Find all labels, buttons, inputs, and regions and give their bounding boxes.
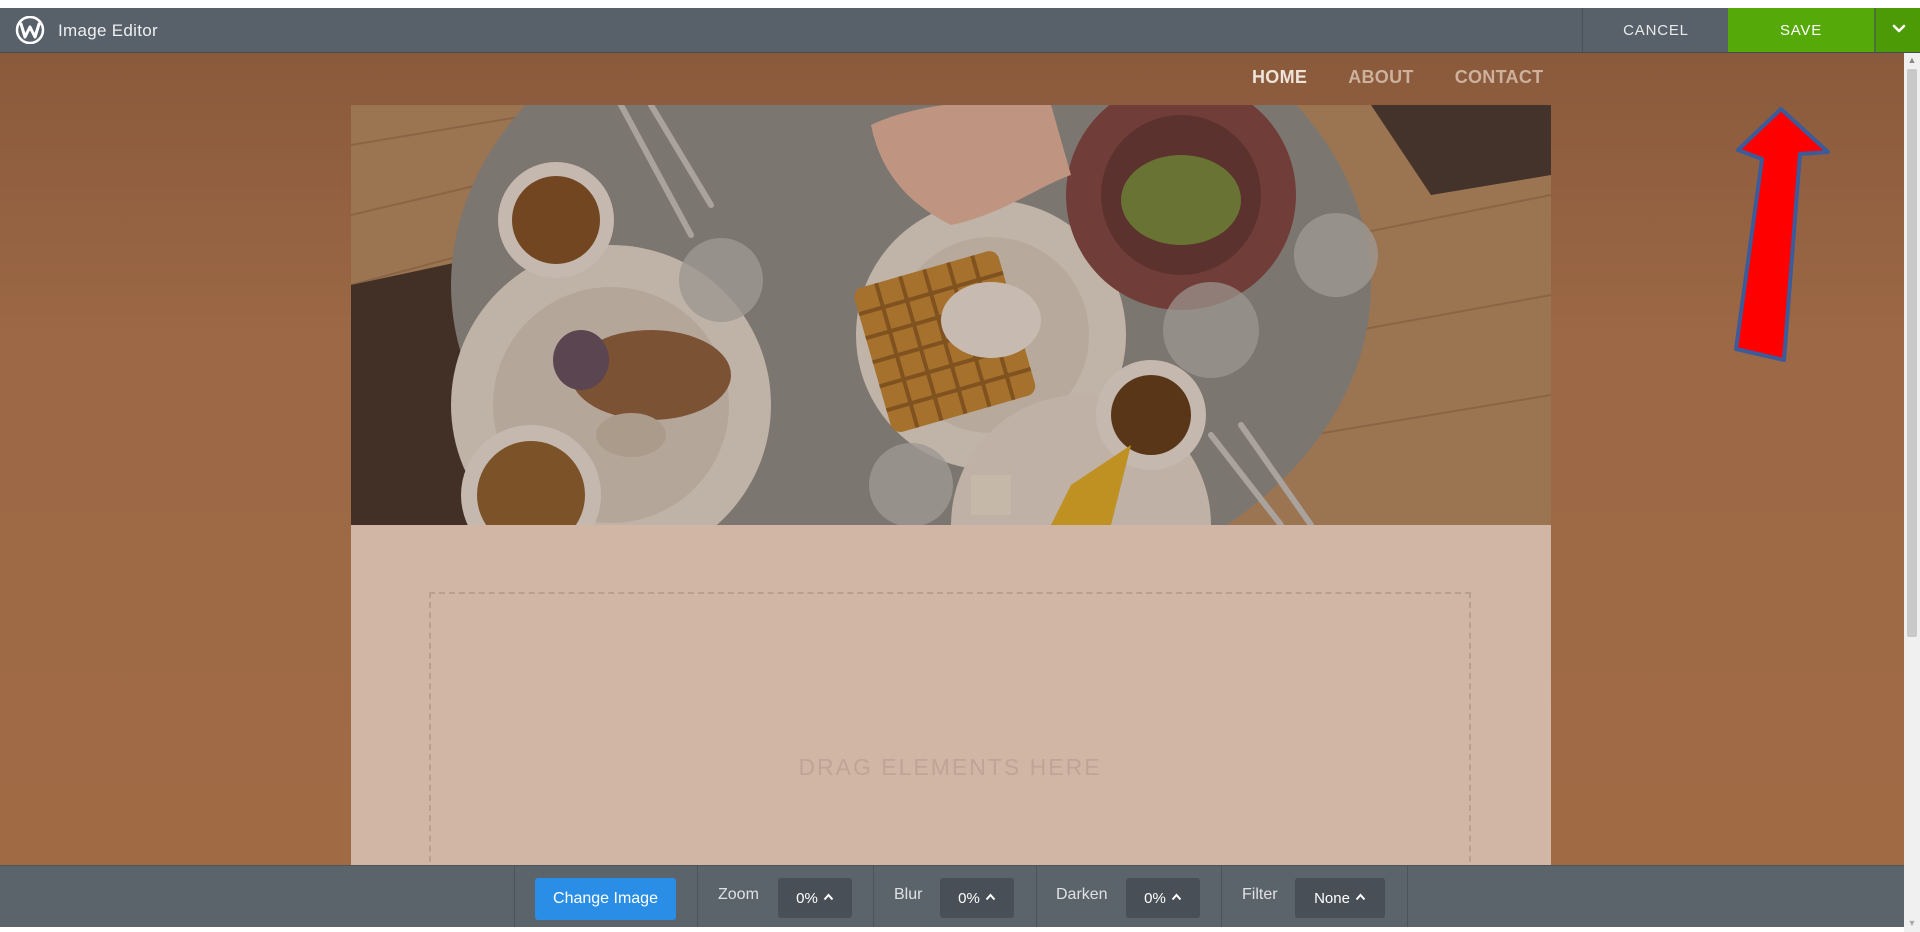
scrollbar-thumb[interactable] xyxy=(1907,69,1917,637)
blur-value: 0% xyxy=(958,889,980,907)
top-edge xyxy=(0,0,1920,8)
darken-select[interactable]: 0% xyxy=(1126,878,1200,918)
vertical-scrollbar[interactable]: ▲ ▼ xyxy=(1904,53,1920,932)
image-toolbar: Change Image Zoom 0% Blur 0% Darken 0% F… xyxy=(0,865,1904,928)
chevron-down-icon xyxy=(1892,21,1906,39)
blur-select[interactable]: 0% xyxy=(940,878,1014,918)
hero-photo-illustration xyxy=(351,105,1551,525)
caret-up-icon xyxy=(1171,892,1182,904)
nav-item-about[interactable]: ABOUT xyxy=(1348,67,1414,88)
save-options-button[interactable] xyxy=(1875,8,1920,52)
caret-up-icon xyxy=(1355,892,1366,904)
drop-zone-label: DRAG ELEMENTS HERE xyxy=(798,754,1102,780)
caret-up-icon xyxy=(823,892,834,904)
weebly-logo-icon[interactable] xyxy=(14,15,46,45)
hero-image[interactable] xyxy=(351,105,1551,525)
darken-label: Darken xyxy=(1056,886,1108,903)
zoom-value: 0% xyxy=(796,889,818,907)
scroll-down-icon[interactable]: ▼ xyxy=(1904,916,1920,930)
cancel-button[interactable]: CANCEL xyxy=(1582,8,1729,52)
zoom-label: Zoom xyxy=(718,886,759,903)
editor-canvas: HOME ABOUT CONTACT DRAG ELEMENTS HERE xyxy=(0,53,1904,865)
scroll-up-icon[interactable]: ▲ xyxy=(1904,53,1920,67)
content-section: DRAG ELEMENTS HERE xyxy=(351,525,1551,865)
site-nav: HOME ABOUT CONTACT xyxy=(1252,67,1543,88)
caret-up-icon xyxy=(985,892,996,904)
filter-value: None xyxy=(1314,889,1350,907)
filter-label: Filter xyxy=(1242,886,1278,903)
change-image-button[interactable]: Change Image xyxy=(535,878,676,920)
annotation-arrow-icon xyxy=(1734,107,1830,362)
zoom-select[interactable]: 0% xyxy=(778,878,852,918)
filter-select[interactable]: None xyxy=(1295,878,1385,918)
editor-topbar: Image Editor CANCEL SAVE xyxy=(0,8,1920,53)
darken-value: 0% xyxy=(1144,889,1166,907)
blur-label: Blur xyxy=(894,886,923,903)
save-button[interactable]: SAVE xyxy=(1728,8,1874,52)
nav-item-home[interactable]: HOME xyxy=(1252,67,1307,88)
nav-item-contact[interactable]: CONTACT xyxy=(1455,67,1544,88)
drop-zone[interactable]: DRAG ELEMENTS HERE xyxy=(429,592,1471,865)
bottom-edge xyxy=(0,927,1904,932)
app-title: Image Editor xyxy=(58,21,158,40)
